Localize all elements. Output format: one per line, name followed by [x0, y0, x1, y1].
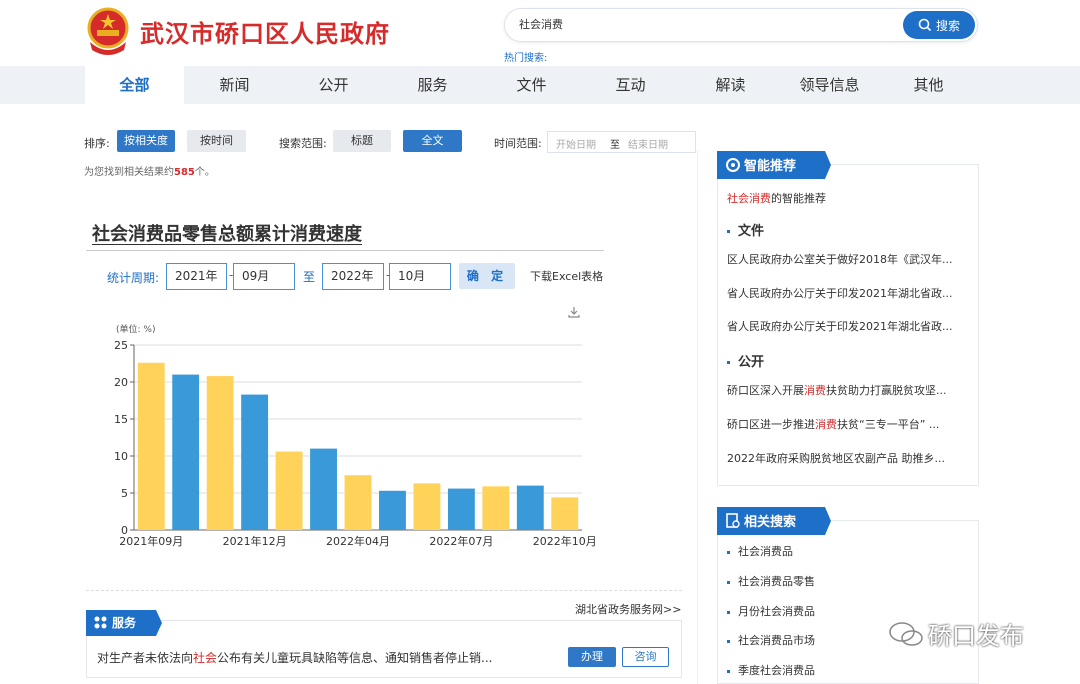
handle-button[interactable]: 办理	[568, 647, 616, 667]
related-search-item[interactable]: 社会消费品	[727, 543, 793, 559]
y-tick-label: 5	[121, 487, 128, 500]
y-tick-label: 15	[114, 413, 128, 426]
tab-interpretation[interactable]: 解读	[681, 66, 780, 104]
documents-heading: 文件	[727, 220, 764, 239]
search-button[interactable]: 搜索	[903, 11, 975, 39]
hubei-service-link[interactable]: 湖北省政务服务网>>	[575, 601, 681, 617]
scope-fulltext-button[interactable]: 全文	[403, 130, 462, 152]
tab-public[interactable]: 公开	[284, 66, 383, 104]
section-divider	[86, 590, 682, 591]
search-input[interactable]	[519, 17, 889, 30]
bar[interactable]	[516, 485, 544, 530]
bar[interactable]	[344, 475, 372, 530]
public-heading: 公开	[727, 351, 764, 370]
scope-title-button[interactable]: 标题	[333, 130, 391, 152]
end-month-select[interactable]: 10月	[389, 263, 451, 290]
period-label: 统计周期:	[107, 271, 160, 285]
related-search-tag: 相关搜索	[717, 507, 831, 535]
hot-search-label: 热门搜索:	[504, 53, 548, 64]
x-tick-label: 2021年09月	[119, 534, 183, 548]
end-date-input[interactable]: 结束日期	[628, 136, 668, 151]
wechat-watermark: 硚口发布	[888, 616, 1024, 651]
y-tick-label: 20	[114, 376, 128, 389]
sort-label: 排序:	[84, 137, 110, 150]
service-item-link[interactable]: 对生产者未依法向社会公布有关儿童玩具缺陷等信息、通知销售者停止销...	[97, 649, 492, 666]
download-icon[interactable]	[567, 305, 581, 319]
bar[interactable]	[447, 488, 475, 530]
doc-link[interactable]: 省人民政府办公厅关于印发2021年湖北省政...	[727, 285, 971, 301]
wechat-icon	[889, 621, 923, 646]
tab-all[interactable]: 全部	[85, 66, 184, 104]
download-excel-link[interactable]: 下载Excel表格	[530, 268, 603, 284]
x-tick-label: 2021年12月	[223, 534, 287, 548]
search-icon	[918, 18, 932, 32]
retail-sales-bar-chart: (单位: %) 05101520252021年09月 2021年12月 2022年0…	[114, 323, 597, 548]
bar[interactable]	[137, 362, 165, 530]
public-link[interactable]: 硚口区深入开展消费扶贫助力打赢脱贫攻坚...	[727, 382, 971, 398]
public-link[interactable]: 硚口区进一步推进消费扶贫“三专一平台” ...	[727, 416, 971, 432]
recommend-tag-label: 智能推荐	[744, 158, 796, 174]
result-count-number: 585	[174, 167, 195, 178]
related-search-item[interactable]: 社会消费品零售	[727, 573, 815, 589]
date-range-separator: 至	[610, 140, 620, 151]
sort-time-button[interactable]: 按时间	[187, 130, 246, 152]
bar[interactable]	[413, 483, 441, 530]
x-tick-label: 2022年04月	[326, 534, 390, 548]
bar[interactable]	[310, 448, 337, 530]
bar[interactable]	[206, 376, 234, 530]
tab-service[interactable]: 服务	[383, 66, 482, 104]
y-tick-label: 10	[114, 450, 128, 463]
date-range-picker[interactable]: 开始日期 至 结束日期	[547, 131, 696, 153]
tab-interaction[interactable]: 互动	[581, 66, 680, 104]
to-separator: 至	[303, 270, 316, 284]
service-tag: 服务	[86, 610, 162, 636]
x-tick-label: 2022年07月	[429, 534, 493, 548]
start-date-input[interactable]: 开始日期	[556, 136, 596, 151]
bar[interactable]	[379, 490, 406, 530]
y-tick-label: 25	[114, 339, 128, 352]
bar[interactable]	[172, 374, 200, 530]
tab-documents[interactable]: 文件	[482, 66, 581, 104]
tab-news[interactable]: 新闻	[185, 66, 284, 104]
related-search-item[interactable]: 社会消费品市场	[727, 632, 815, 648]
recommend-subtitle: 社会消费的智能推荐	[727, 192, 826, 205]
bar[interactable]	[241, 394, 269, 530]
consult-button[interactable]: 咨询	[622, 647, 669, 667]
time-range-label: 时间范围:	[494, 137, 542, 150]
chart-title[interactable]: 社会消费品零售总额累计消费速度	[92, 220, 362, 246]
scope-label: 搜索范围:	[279, 137, 327, 150]
bar[interactable]	[275, 451, 303, 530]
national-emblem-logo	[87, 7, 129, 55]
sort-relevance-button[interactable]: 按相关度	[117, 130, 175, 152]
end-year-select[interactable]: 2022年	[322, 263, 384, 290]
search-button-label: 搜索	[935, 18, 960, 33]
related-search-item[interactable]: 月份社会消费品	[727, 603, 815, 619]
tab-leaders[interactable]: 领导信息	[780, 66, 879, 104]
bar[interactable]	[482, 486, 510, 530]
related-search-item[interactable]: 季度社会消费品	[727, 662, 815, 678]
bar[interactable]	[551, 497, 579, 530]
recommend-tag: 智能推荐	[717, 151, 831, 179]
watermark-text: 硚口发布	[928, 622, 1024, 650]
doc-link[interactable]: 区人民政府办公室关于做好2018年《武汉年...	[727, 251, 971, 267]
tab-other[interactable]: 其他	[879, 66, 978, 104]
site-title[interactable]: 武汉市硚口区人民政府	[140, 14, 390, 49]
start-year-select[interactable]: 2021年	[166, 263, 227, 290]
chart-unit-label: (单位: %)	[116, 323, 155, 335]
column-divider	[697, 150, 698, 684]
confirm-button[interactable]: 确 定	[459, 263, 515, 289]
public-link[interactable]: 2022年政府采购脱贫地区农副产品 助推乡...	[727, 450, 971, 466]
service-tag-label: 服务	[112, 615, 137, 630]
start-month-select[interactable]: 09月	[233, 263, 295, 290]
result-count: 为您找到相关结果约585个。	[84, 167, 215, 178]
search-box: 搜索	[504, 8, 978, 42]
related-search-tag-label: 相关搜索	[744, 514, 796, 530]
x-tick-label: 2022年10月	[533, 534, 597, 548]
category-nav: 全部 新闻 公开 服务 文件 互动 解读 领导信息 其他	[0, 66, 1080, 104]
title-divider	[86, 250, 604, 251]
doc-link[interactable]: 省人民政府办公厅关于印发2021年湖北省政...	[727, 318, 971, 334]
